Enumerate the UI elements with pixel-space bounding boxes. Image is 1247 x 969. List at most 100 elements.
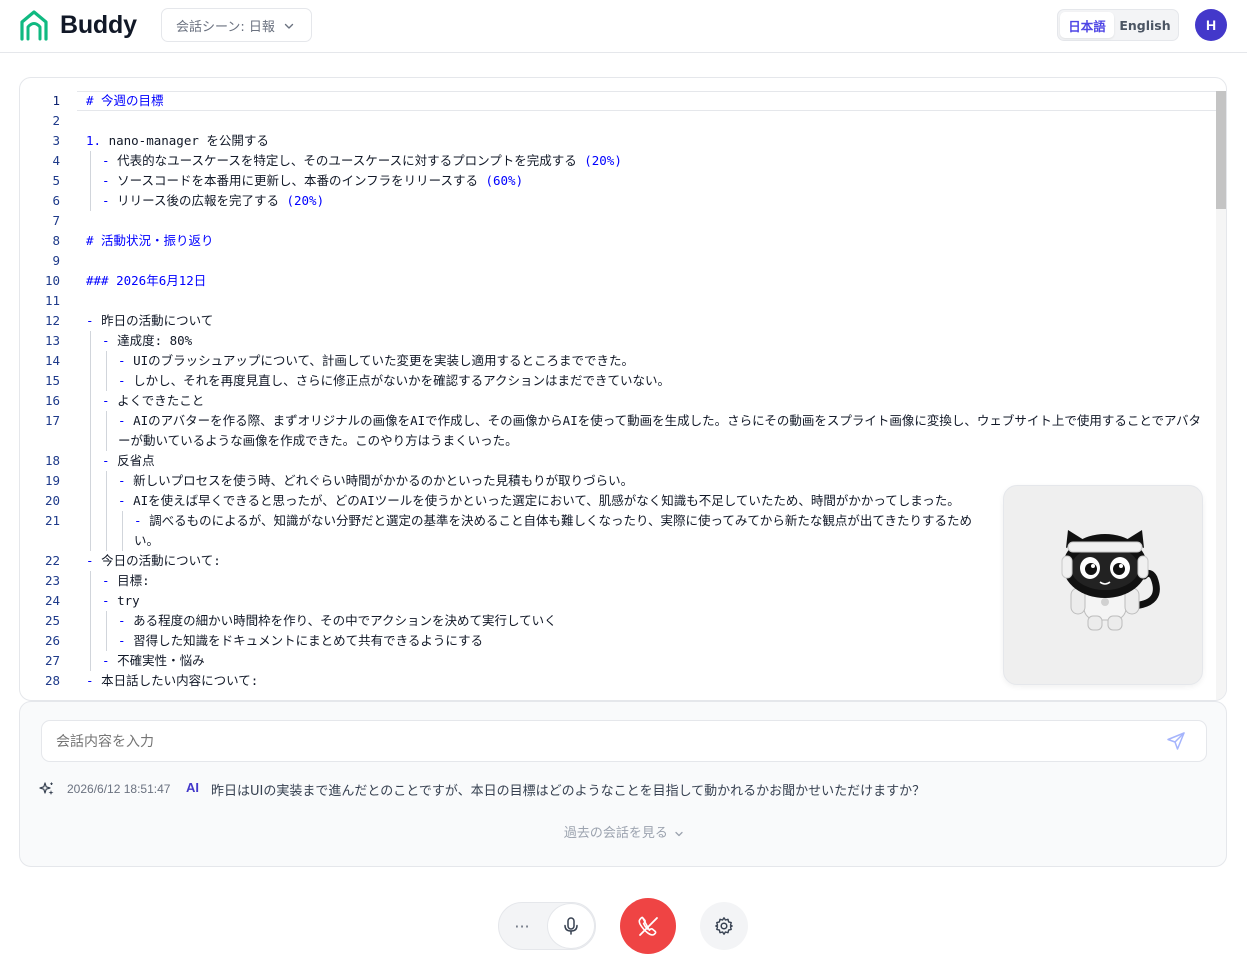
line-text: - しかし、それを再度見直し、さらに修正点がないかを確認するアクションはまだでき… bbox=[118, 373, 670, 388]
logo[interactable]: Buddy bbox=[20, 9, 137, 41]
line-number: 11 bbox=[44, 293, 60, 308]
settings-button[interactable] bbox=[700, 902, 748, 950]
send-icon[interactable] bbox=[1165, 730, 1187, 752]
list-marker: - bbox=[118, 493, 134, 508]
list-marker: - bbox=[102, 193, 118, 208]
line-text: - よくできたこと bbox=[102, 393, 205, 408]
list-marker: - bbox=[102, 393, 118, 408]
indent-guide bbox=[90, 391, 91, 411]
line-text: - リリース後の広報を完了する (20%) bbox=[102, 193, 325, 208]
list-marker: - bbox=[118, 373, 134, 388]
indent-guide bbox=[90, 591, 91, 611]
line-number: 6 bbox=[52, 193, 60, 208]
indent-guide bbox=[106, 491, 107, 511]
indent-guide bbox=[106, 351, 107, 371]
more-options-button[interactable]: ··· bbox=[508, 914, 536, 938]
list-marker: - bbox=[102, 573, 118, 588]
indent-guide bbox=[90, 511, 91, 551]
message-timestamp: 2026/6/12 18:51:47 bbox=[67, 782, 171, 796]
list-marker: - bbox=[102, 173, 118, 188]
app-header: Buddy 会話シーン: 日報 日本語 English H bbox=[0, 0, 1247, 53]
list-marker: - bbox=[102, 333, 118, 348]
message-text: 昨日はUIの実装まで進んだとのことですが、本日の目標はどのようなことを目指して動… bbox=[211, 784, 926, 799]
percent-tag: (20%) bbox=[286, 193, 325, 208]
line-text: - 調べるものによるが、知識がない分野だと選定の基準を決めること自体も難しくなっ… bbox=[134, 513, 972, 528]
buddy-logo-icon bbox=[20, 10, 48, 41]
indent-guide bbox=[90, 611, 91, 631]
view-history-link[interactable]: 過去の会話を見る bbox=[20, 822, 1228, 841]
editor-line: 1 # 今週の目標 bbox=[20, 91, 1218, 111]
line-number: 28 bbox=[44, 673, 60, 688]
indent-guide bbox=[90, 471, 91, 491]
list-marker: - bbox=[86, 553, 102, 568]
indent-guide bbox=[90, 651, 91, 671]
list-marker: - bbox=[118, 473, 134, 488]
scene-select[interactable]: 会話シーン: 日報 bbox=[161, 8, 312, 42]
indent-guide bbox=[90, 491, 91, 511]
editor-line: 11 bbox=[20, 291, 1218, 311]
indent-guide bbox=[90, 171, 91, 191]
editor-line: 12 - 昨日の活動について bbox=[20, 311, 1218, 331]
line-number: 12 bbox=[44, 313, 60, 328]
chat-input[interactable] bbox=[41, 720, 1207, 762]
line-number: 27 bbox=[44, 653, 60, 668]
line-number: 1 bbox=[52, 93, 60, 108]
editor-line: 15 - しかし、それを再度見直し、さらに修正点がないかを確認するアクションはま… bbox=[20, 371, 1218, 391]
line-number: 13 bbox=[44, 333, 60, 348]
chevron-down-icon bbox=[284, 23, 294, 29]
editor-line: 8 # 活動状況・振り返り bbox=[20, 231, 1218, 251]
line-text: - AIを使えば早くできると思ったが、どのAIツールを使うかといった選定において… bbox=[118, 493, 960, 508]
line-text: - 反省点 bbox=[102, 453, 155, 468]
line-number: 24 bbox=[44, 593, 60, 608]
indent-guide bbox=[106, 471, 107, 491]
end-call-button[interactable] bbox=[620, 898, 676, 954]
editor-line: 4 - 代表的なユースケースを特定し、そのユースケースに対するプロンプトを完成す… bbox=[20, 151, 1218, 171]
editor-line: 6 - リリース後の広報を完了する (20%) bbox=[20, 191, 1218, 211]
sparkle-icon bbox=[39, 782, 54, 795]
editor-line: 14 - UIのブラッシュアップについて、計画していた変更を実装し適用するところ… bbox=[20, 351, 1218, 371]
line-number: 16 bbox=[44, 393, 60, 408]
indent-guide bbox=[106, 511, 107, 551]
line-number: 14 bbox=[44, 353, 60, 368]
indent-guide bbox=[90, 571, 91, 591]
line-text-wrap: い。 bbox=[134, 533, 160, 548]
line-number: 4 bbox=[52, 153, 60, 168]
line-number: 21 bbox=[44, 513, 60, 528]
percent-tag: (20%) bbox=[584, 153, 622, 168]
indent-guide bbox=[90, 331, 91, 351]
indent-guide bbox=[122, 511, 123, 551]
list-marker: - bbox=[86, 673, 102, 688]
line-number: 5 bbox=[52, 173, 60, 188]
line-text: - 新しいプロセスを使う時、どれぐらい時間がかかるのかといった見積もりが取りづら… bbox=[118, 473, 634, 488]
line-number: 7 bbox=[52, 213, 60, 228]
line-text: # 活動状況・振り返り bbox=[86, 233, 214, 248]
line-text: - 昨日の活動について bbox=[86, 313, 214, 328]
line-number: 10 bbox=[44, 273, 60, 288]
gear-icon bbox=[715, 917, 733, 935]
line-number: 15 bbox=[44, 373, 60, 388]
indent-guide bbox=[90, 631, 91, 651]
line-text: ### 2026年6月12日 bbox=[86, 273, 207, 288]
editor-scrollbar-thumb[interactable] bbox=[1216, 91, 1226, 209]
indent-guide bbox=[106, 411, 107, 451]
line-number: 2 bbox=[52, 113, 60, 128]
ai-avatar-card bbox=[1003, 485, 1203, 685]
list-marker: - bbox=[118, 633, 134, 648]
user-avatar[interactable]: H bbox=[1195, 9, 1227, 41]
line-number: 19 bbox=[44, 473, 60, 488]
editor-line: 18 - 反省点 bbox=[20, 451, 1218, 471]
line-text: - 習得した知識をドキュメントにまとめて共有できるようにする bbox=[118, 633, 483, 648]
chat-message: 2026/6/12 18:51:47 AI 昨日はUIの実装まで進んだとのことで… bbox=[20, 779, 1228, 801]
app-name: Buddy bbox=[60, 10, 137, 39]
list-marker: - bbox=[118, 613, 134, 628]
chevron-down-icon bbox=[675, 831, 683, 836]
view-history-label: 過去の会話を見る bbox=[563, 826, 668, 841]
language-option-en[interactable]: English bbox=[1114, 12, 1176, 38]
list-marker: - bbox=[134, 513, 150, 528]
language-option-ja[interactable]: 日本語 bbox=[1060, 12, 1114, 38]
line-text: - 目標: bbox=[102, 573, 150, 588]
scene-select-value: 会話シーン: 日報 bbox=[176, 19, 275, 35]
indent-guide bbox=[90, 191, 91, 211]
microphone-button[interactable] bbox=[547, 903, 595, 949]
line-number: 25 bbox=[44, 613, 60, 628]
